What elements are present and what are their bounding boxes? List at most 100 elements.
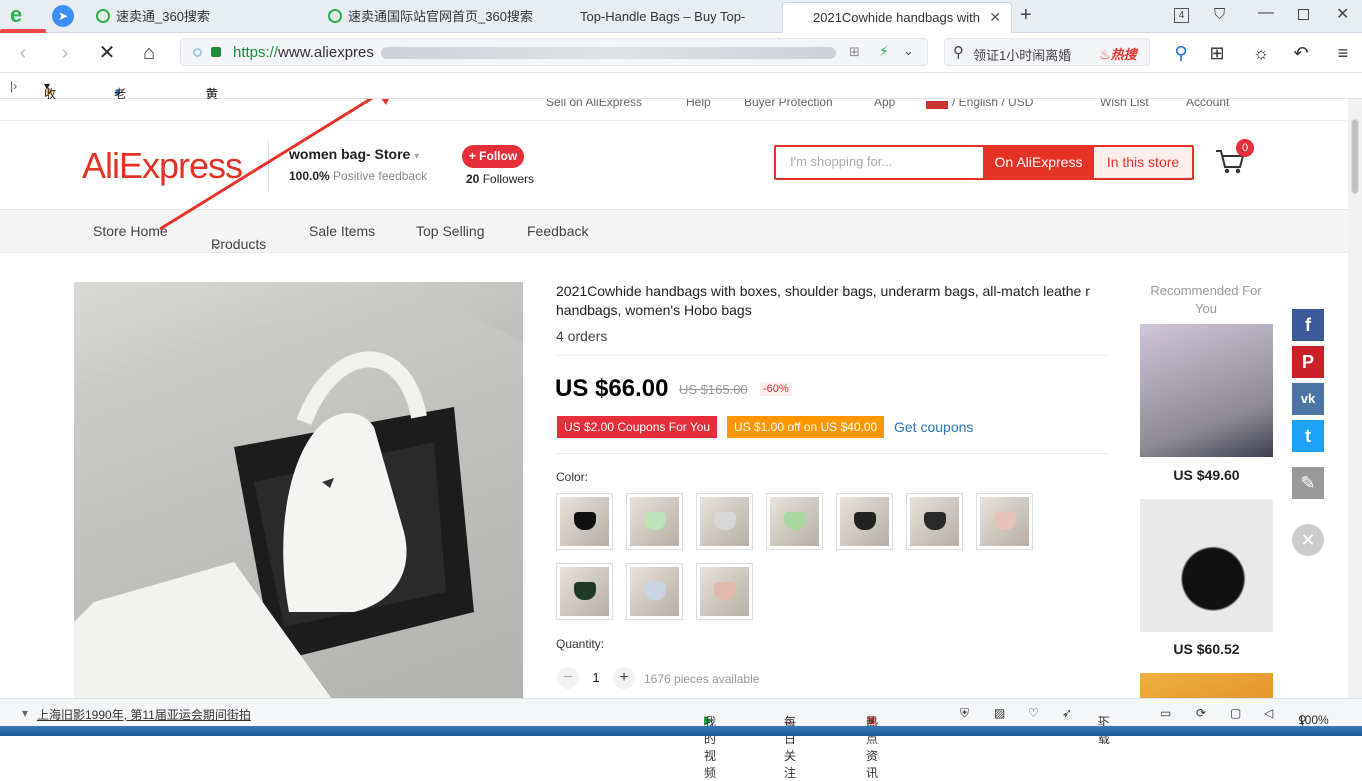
vk-icon[interactable]: vk [1292,383,1324,415]
color-swatch[interactable] [696,563,753,620]
quantity-decrease-button[interactable]: − [557,667,579,689]
os-taskbar [0,726,1362,736]
language-selector[interactable]: / English / USD [952,99,1033,109]
tab-cowhide-handbags[interactable]: 2021Cowhide handbags with ✕ [782,2,1012,33]
coupon-select[interactable]: US $1.00 off on US $40.00 [727,416,885,438]
recommended-item[interactable] [1140,499,1273,632]
tab-aliexpress-search[interactable]: 速卖通国际站官网首页_360搜索 [320,2,548,33]
buyer-protection-link[interactable]: Buyer Protection [744,99,833,109]
heart-icon[interactable]: ♡ [1028,706,1039,720]
undo-icon[interactable]: ↶ [1288,41,1314,65]
news-ticker-icon: ▾ [22,706,29,720]
quantity-input[interactable]: 1 [586,670,606,685]
search-engine-icon [96,9,110,23]
rocket-icon[interactable]: ➶ [1062,706,1072,720]
shirt-icon[interactable]: ⛉ [1214,6,1225,23]
forward-icon[interactable]: › [52,41,78,65]
color-swatch[interactable] [976,493,1033,550]
search-store-button[interactable]: In this store [1094,147,1192,178]
wishlist-link[interactable]: Wish List [1100,99,1149,109]
volume-icon[interactable]: ◁ [1264,706,1273,720]
tab-top-handle-bags[interactable]: Top-Handle Bags – Buy Top- [552,2,780,33]
browser-search-box[interactable]: ⚲ 领证1小时闹离婚 ♨热搜 [944,38,1150,66]
scrollbar-thumb[interactable] [1351,119,1359,194]
home-icon[interactable]: ⌂ [136,41,162,65]
recommended-item[interactable] [1140,324,1273,457]
original-price: US $165.00 [679,382,748,397]
cart-icon[interactable]: 0 [1214,139,1254,175]
twitter-icon[interactable]: t [1292,420,1324,452]
url-redacted [381,47,836,59]
search-aliexpress-button[interactable]: On AliExpress [983,147,1094,178]
news-ticker-link[interactable]: 上海旧影1990年, 第11届亚运会期间街拍 [37,706,251,723]
recommended-price: US $60.52 [1173,641,1240,657]
close-share-icon[interactable]: ✕ [1292,524,1324,556]
tab-label: 速卖通国际站官网首页_360搜索 [348,9,533,24]
follow-button[interactable]: + Follow [462,145,524,168]
quantity-increase-button[interactable]: + [613,667,635,689]
search-input[interactable]: 领证1小时闹离婚 [973,45,1071,64]
shield-icon[interactable]: ⛨ [960,706,969,721]
tab-count-badge[interactable]: 4 [1174,8,1189,23]
app-link[interactable]: App [874,99,895,109]
speaker-icon[interactable]: ▭ [1160,706,1171,720]
account-link[interactable]: Account [1186,99,1229,109]
help-link[interactable]: Help [686,99,711,109]
stop-icon[interactable]: ✕ [94,41,120,65]
bolt-icon[interactable]: ⚡ [879,43,889,60]
close-tab-icon[interactable]: ✕ [989,3,1001,32]
facebook-icon[interactable]: f [1292,309,1324,341]
nav-feedback[interactable]: Feedback [527,223,588,239]
address-bar[interactable]: https://www.aliexpres ⊞ ⚡ ⌄ [180,38,928,66]
color-swatch[interactable] [766,493,823,550]
color-swatch[interactable] [626,493,683,550]
refresh-icon[interactable]: ⟳ [1196,706,1206,720]
grid-icon[interactable]: ⊞ [849,44,860,60]
image-icon[interactable]: ▨ [994,706,1005,720]
tab-360-search[interactable]: 速卖通_360搜索 [88,2,316,33]
search-icon: ⚲ [953,44,964,61]
bag-thumbnail-icon [644,582,666,600]
product-main-image[interactable] [74,282,523,698]
window-icon[interactable]: ▢ [1230,706,1241,720]
site-search-input[interactable]: I'm shopping for... [790,154,892,169]
favorites-button[interactable]: ★ 收藏 ▾ [44,79,56,118]
hot-search-label[interactable]: ♨热搜 [1099,44,1137,63]
color-swatch[interactable] [836,493,893,550]
brightness-icon[interactable]: ☼ [1248,41,1274,65]
chevron-down-icon[interactable]: ⌄ [903,43,914,59]
coupon-store[interactable]: US $2.00 Coupons For You [557,416,718,438]
color-swatch[interactable] [696,493,753,550]
tab-label: Top-Handle Bags – Buy Top- [580,9,746,24]
color-swatch[interactable] [906,493,963,550]
lock-icon [211,47,221,57]
apps-grid-icon[interactable]: ⊞ [1204,41,1230,65]
sell-link[interactable]: Sell on AliExpress [546,99,642,109]
product-price: US $66.00 [555,375,669,402]
maximize-icon[interactable] [1298,9,1309,20]
bookmarks-bar: |› ★ 收藏 ▾ ● 老毛桃官网 ▯ 黄历网 [0,73,1362,169]
browser-logo-icon[interactable]: e [10,4,36,26]
sidebar-toggle-icon[interactable]: |› [10,79,17,93]
bag-thumbnail-icon [644,512,666,530]
minimize-icon[interactable]: — [1258,4,1274,22]
cart-count-badge: 0 [1236,139,1254,157]
search-engine-icon [328,9,342,23]
edit-icon[interactable]: ✎ [1292,467,1324,499]
get-coupons-link[interactable]: Get coupons [894,419,973,435]
back-icon[interactable]: ‹ [10,41,36,65]
recommended-item[interactable] [1140,673,1273,698]
nav-top-selling[interactable]: Top Selling [416,223,485,239]
swatch-image [770,497,819,546]
menu-icon[interactable]: ≡ [1330,41,1356,65]
close-window-icon[interactable]: ✕ [1336,4,1349,24]
search-submit-icon[interactable]: ⚲ [1168,41,1194,65]
color-swatch[interactable] [556,493,613,550]
followers-label: Followers [482,172,535,186]
color-swatch[interactable] [556,563,613,620]
nav-arrow-icon[interactable]: ➤ [52,5,74,27]
new-tab-button[interactable]: + [1020,4,1032,27]
page-scrollbar[interactable] [1348,99,1362,698]
pinterest-icon[interactable]: P [1292,346,1324,378]
color-swatch[interactable] [626,563,683,620]
